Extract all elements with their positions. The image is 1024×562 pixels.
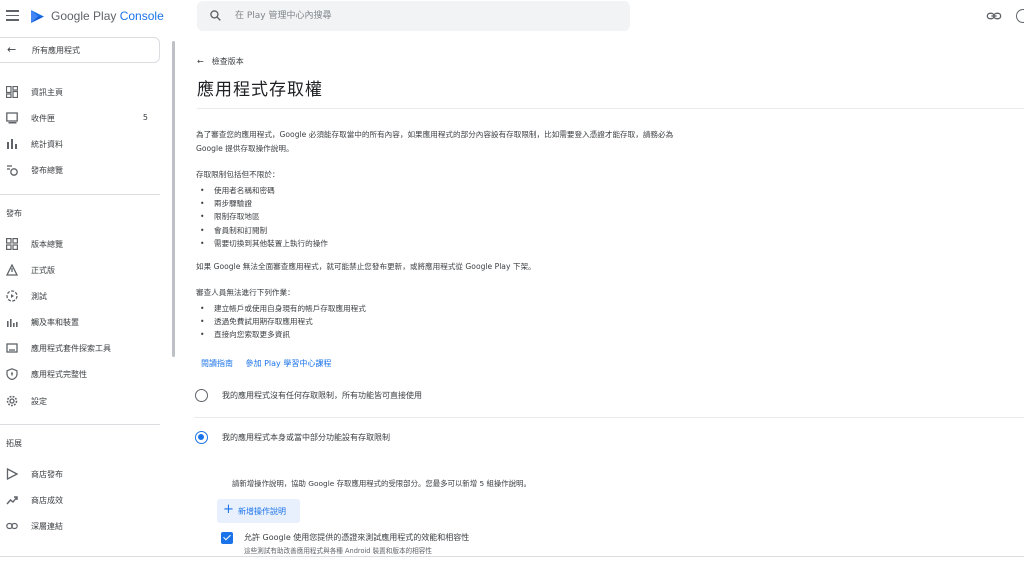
sidebar-item-testing[interactable]: 測試 <box>0 285 160 307</box>
option-label: 我的應用程式本身或當中部分功能設有存取限制 <box>222 433 390 442</box>
reviewer-heading: 審查人員無法進行下列作業： <box>196 288 295 297</box>
menu-icon[interactable] <box>6 10 19 22</box>
breadcrumb-label[interactable]: 檢查版本 <box>212 57 244 66</box>
sidebar-item-label: 版本總覽 <box>31 240 63 249</box>
add-icon: + <box>223 502 234 517</box>
option-no-restrictions[interactable]: 我的應用程式沒有任何存取限制，所有功能皆可直接使用 <box>194 387 1024 407</box>
radio-button-unchecked[interactable] <box>195 389 208 402</box>
list-item: 建立帳戶或使用自身現有的帳戶存取應用程式 <box>200 302 366 315</box>
app-brand: Google Play Console <box>51 9 164 23</box>
sidebar-item-label: 商店發布 <box>31 470 63 479</box>
arrow-back-icon: ← <box>7 43 17 56</box>
intro-text-line-1: 為了審查您的應用程式，Google 必須能存取當中的所有內容，如果應用程式的部分… <box>196 130 674 139</box>
page-title: 應用程式存取權 <box>197 80 323 100</box>
list-item: 透過免費試用期存取應用程式 <box>200 315 366 328</box>
sidebar-item-deep-links[interactable]: 深層連結 <box>0 515 160 537</box>
sidebar-item-label: 深層連結 <box>31 522 63 531</box>
sidebar-item-label: 發布總覽 <box>31 166 63 175</box>
list-item: 需要切換到其他裝置上執行的操作 <box>200 237 328 250</box>
add-instructions-button[interactable]: + 新增操作說明 <box>217 499 300 523</box>
title-divider <box>197 108 1024 109</box>
sidebar-item-production[interactable]: 正式版 <box>0 259 160 281</box>
sidebar-item-store-performance[interactable]: 商店成效 <box>0 489 160 511</box>
sidebar-item-label: 資訊主頁 <box>31 88 63 97</box>
sidebar-scrollbar[interactable] <box>172 41 175 357</box>
inbox-count-badge: 5 <box>142 113 148 122</box>
list-item: 會員制和訂閱制 <box>200 224 328 237</box>
sidebar-item-reach-devices[interactable]: 觸及率和裝置 <box>0 311 160 333</box>
sidebar-item-dashboard[interactable]: 資訊主頁 <box>0 81 160 103</box>
instructions-hint: 請新增操作說明，協助 Google 存取應用程式的受限部分。您最多可以新增 5 … <box>232 479 531 488</box>
sidebar-item-inbox[interactable]: 收件匣 5 <box>0 107 160 129</box>
sidebar-item-label: 商店成效 <box>31 496 63 505</box>
breadcrumb[interactable]: ← 檢查版本 <box>197 56 244 67</box>
sidebar-item-releases-overview[interactable]: 版本總覽 <box>0 233 160 255</box>
list-item: 限制存取地區 <box>200 210 328 223</box>
search-input[interactable] <box>235 7 615 25</box>
sidebar-divider <box>0 424 160 425</box>
restrictions-list: 使用者名稱和密碼 兩步驟驗證 限制存取地區 會員制和訂閱制 需要切換到其他裝置上… <box>200 184 328 250</box>
sidebar-item-publishing-overview[interactable]: 發布總覽 <box>0 159 160 181</box>
publishing-overview-icon <box>7 165 18 176</box>
top-bar: Google Play Console <box>0 0 1024 34</box>
add-instructions-label: 新增操作說明 <box>238 507 286 516</box>
store-presence-icon <box>6 468 18 480</box>
warning-text: 如果 Google 無法全面審查應用程式，就可能禁止您發布更新，或將應用程式從 … <box>196 262 536 271</box>
sidebar-item-label: 觸及率和裝置 <box>31 318 79 327</box>
sidebar-item-label: 正式版 <box>31 266 55 275</box>
radio-button-checked[interactable] <box>195 431 208 444</box>
production-icon <box>6 264 18 276</box>
option-restricted[interactable]: 我的應用程式本身或當中部分功能設有存取限制 <box>194 429 1024 449</box>
list-item: 兩步驟驗證 <box>200 197 328 210</box>
checkbox-label: 允許 Google 使用您提供的憑證來測試應用程式的效能和相容性 <box>244 533 470 542</box>
testing-icon <box>6 290 18 302</box>
sidebar-item-label: 設定 <box>31 397 47 406</box>
inbox-icon <box>6 112 18 124</box>
bundle-explorer-icon <box>6 343 18 353</box>
help-icon[interactable] <box>1016 9 1024 23</box>
option-label: 我的應用程式沒有任何存取限制，所有功能皆可直接使用 <box>222 391 422 400</box>
sidebar-item-label: 統計資料 <box>31 140 63 149</box>
bottom-divider <box>0 556 1024 557</box>
shield-icon <box>6 368 18 380</box>
reach-devices-icon <box>7 319 18 327</box>
sidebar-item-statistics[interactable]: 統計資料 <box>0 133 160 155</box>
bar-chart-icon <box>7 139 17 149</box>
arrow-back-icon: ← <box>197 57 204 66</box>
sidebar-item-label: 測試 <box>31 292 47 301</box>
sidebar-item-label: 應用程式完整性 <box>31 370 87 379</box>
academy-course-link[interactable]: 參加 Play 學習中心課程 <box>246 359 332 368</box>
sidebar-item-label: 應用程式套件探索工具 <box>31 344 111 353</box>
restrictions-heading: 存取限制包括但不限於： <box>196 170 280 179</box>
list-item: 使用者名稱和密碼 <box>200 184 328 197</box>
link-icon <box>6 522 18 530</box>
search-bar[interactable] <box>197 1 630 31</box>
reviewer-list: 建立帳戶或使用自身現有的帳戶存取應用程式 透過免費試用期存取應用程式 直接向您索… <box>200 302 366 342</box>
releases-overview-icon <box>6 238 18 250</box>
search-icon <box>210 10 221 21</box>
link-icon[interactable] <box>986 9 1002 23</box>
section-title-grow: 拓展 <box>6 439 22 448</box>
all-apps-button[interactable]: ← 所有應用程式 <box>0 37 160 63</box>
intro-text-line-2: Google 提供存取操作說明。 <box>196 144 294 153</box>
sidebar-item-app-integrity[interactable]: 應用程式完整性 <box>0 363 160 385</box>
dashboard-icon <box>6 86 18 98</box>
help-links: 閱讀指南 參加 Play 學習中心課程 <box>201 358 341 369</box>
sidebar-divider <box>0 194 160 195</box>
allow-testing-checkbox[interactable] <box>221 532 233 544</box>
sidebar-item-store-presence[interactable]: 商店發布 <box>0 463 160 485</box>
section-title-release: 發布 <box>6 209 22 218</box>
checkbox-sublabel: 這些測試有助改善應用程式與各種 Android 裝置和版本的相容性 <box>244 547 432 555</box>
gear-icon <box>6 395 18 407</box>
option-divider <box>194 417 1024 418</box>
list-item: 直接向您索取更多資訊 <box>200 328 366 341</box>
google-play-console-logo <box>31 10 44 23</box>
trending-icon <box>6 496 18 505</box>
sidebar-item-label: 收件匣 <box>31 114 55 123</box>
read-guide-link[interactable]: 閱讀指南 <box>201 359 233 368</box>
all-apps-label: 所有應用程式 <box>32 46 80 55</box>
sidebar-item-settings[interactable]: 設定 <box>0 390 160 412</box>
sidebar-item-bundle-explorer[interactable]: 應用程式套件探索工具 <box>0 337 160 359</box>
